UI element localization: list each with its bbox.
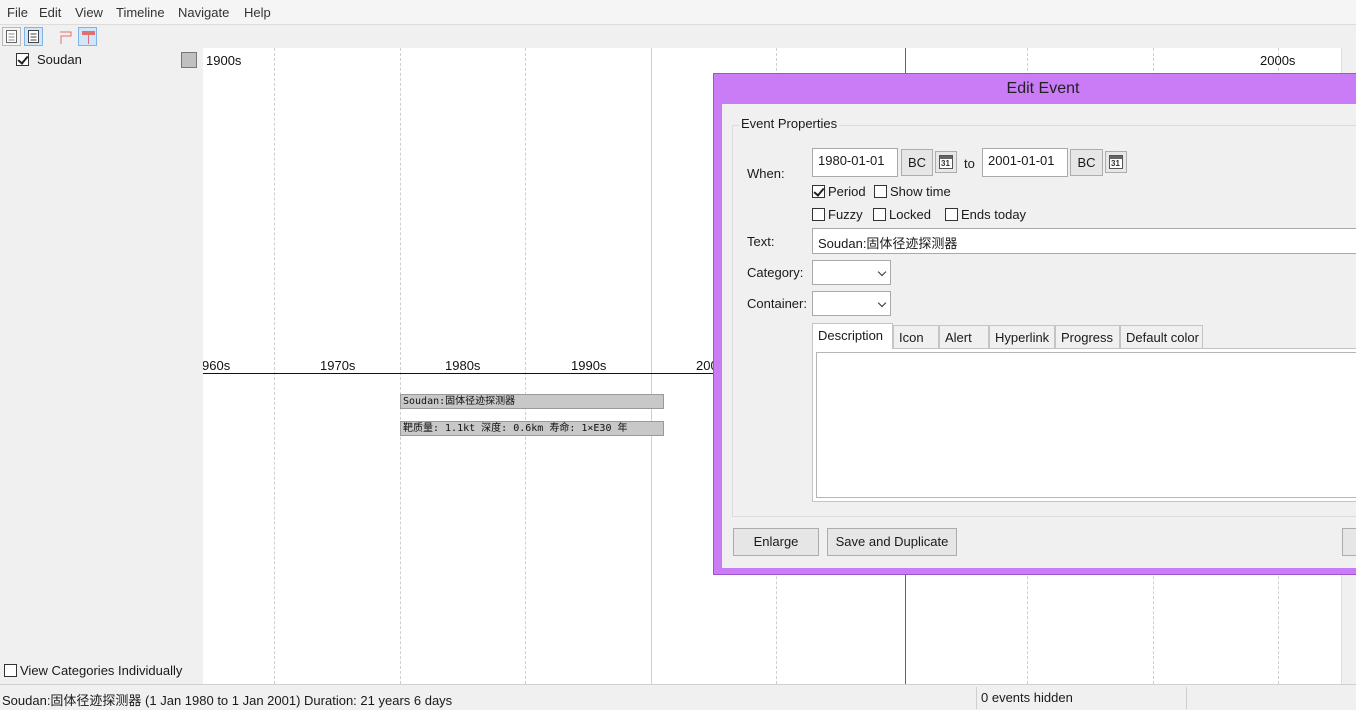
flag-outline-icon <box>60 31 72 44</box>
period-checkbox[interactable] <box>812 185 825 198</box>
major-strip-label-right: 2000s <box>1260 53 1296 68</box>
end-era-button[interactable]: BC <box>1070 149 1103 176</box>
menu-edit[interactable]: Edit <box>39 5 61 20</box>
calendar-icon: 31 <box>1109 155 1123 169</box>
minor-strip-label: 960s <box>203 358 231 373</box>
container-select[interactable] <box>812 291 891 316</box>
fuzzy-label: Fuzzy <box>828 207 863 222</box>
toolbar-button-legend[interactable] <box>24 27 43 46</box>
calendar-icon: 31 <box>939 155 953 169</box>
locked-checkbox[interactable] <box>873 208 886 221</box>
menu-bar: File Edit View Timeline Navigate Help <box>0 0 1356 25</box>
toolbar-button-axis[interactable] <box>78 27 97 46</box>
category-sidebar: Soudan View Categories Individually <box>0 48 202 684</box>
status-bar: Soudan:固体径迹探测器 (1 Jan 1980 to 1 Jan 2001… <box>0 684 1356 710</box>
event-bar[interactable]: Soudan:固体径迹探测器 <box>400 394 664 409</box>
toolbar <box>0 26 1356 48</box>
tab-default-color[interactable]: Default color <box>1120 325 1203 348</box>
chevron-down-icon <box>877 298 887 308</box>
save-and-duplicate-button[interactable]: Save and Duplicate <box>827 528 957 556</box>
flag-axis-icon <box>82 31 95 44</box>
category-color-swatch[interactable] <box>181 52 197 68</box>
calendar-icon-glyph: 31 <box>1111 159 1120 168</box>
ends-today-checkbox[interactable] <box>945 208 958 221</box>
tab-hyperlink[interactable]: Hyperlink <box>989 325 1055 348</box>
menu-help[interactable]: Help <box>244 5 271 20</box>
period-label: Period <box>828 184 866 199</box>
calendar-icon-glyph: 31 <box>941 159 950 168</box>
end-date-input[interactable]: 2001-01-01 <box>982 148 1068 177</box>
to-label: to <box>964 156 975 171</box>
event-bar[interactable]: 靶质量: 1.1kt 深度: 0.6km 寿命: 1×E30 年 <box>400 421 664 436</box>
container-label: Container: <box>747 296 807 311</box>
tab-progress[interactable]: Progress <box>1055 325 1120 348</box>
category-label: Category: <box>747 265 804 280</box>
grid-line <box>400 48 401 684</box>
minor-strip-label: 1990s <box>571 358 607 373</box>
view-categories-individually-label: View Categories Individually <box>20 663 183 678</box>
minor-strip-label: 1970s <box>320 358 356 373</box>
locked-label: Locked <box>889 207 931 222</box>
text-label: Text: <box>747 234 775 249</box>
menu-view[interactable]: View <box>75 5 103 20</box>
menu-file[interactable]: File <box>7 5 28 20</box>
fuzzy-checkbox[interactable] <box>812 208 825 221</box>
tab-strip: Description Icon Alert Hyperlink Progres… <box>812 323 1356 349</box>
status-separator <box>1186 687 1187 709</box>
minor-strip-label: 1980s <box>445 358 481 373</box>
text-input[interactable]: Soudan:固体径迹探测器 <box>812 228 1356 254</box>
document-icon <box>6 30 17 43</box>
tab-description[interactable]: Description <box>812 323 893 349</box>
start-era-button[interactable]: BC <box>901 149 933 176</box>
ok-button[interactable] <box>1342 528 1356 556</box>
major-strip-label-left: 1900s <box>206 53 242 68</box>
show-time-label: Show time <box>890 184 951 199</box>
dialog-client: Event Properties When: 1980-01-01 BC 31 … <box>722 104 1356 568</box>
menu-navigate[interactable]: Navigate <box>178 5 229 20</box>
start-calendar-button[interactable]: 31 <box>935 151 957 173</box>
start-date-input[interactable]: 1980-01-01 <box>812 148 898 177</box>
tab-alert[interactable]: Alert <box>939 325 989 348</box>
status-separator <box>976 687 977 709</box>
edit-event-dialog: Edit Event Event Properties When: 1980-0… <box>713 73 1356 575</box>
grid-line <box>525 48 526 684</box>
tab-icon[interactable]: Icon <box>893 325 939 348</box>
status-hidden-count: 0 events hidden <box>981 690 1073 705</box>
when-label: When: <box>747 166 785 181</box>
ends-today-label: Ends today <box>961 207 1027 222</box>
enlarge-button[interactable]: Enlarge <box>733 528 819 556</box>
dialog-title[interactable]: Edit Event <box>714 74 1356 104</box>
tab-panel <box>812 348 1356 502</box>
document-lines-icon <box>28 30 39 43</box>
grid-line <box>651 48 652 684</box>
description-textarea[interactable] <box>816 352 1356 498</box>
toolbar-button-balloons[interactable] <box>55 27 74 46</box>
chevron-down-icon <box>877 267 887 277</box>
toolbar-button-sidebar[interactable] <box>2 27 21 46</box>
view-categories-individually-checkbox[interactable] <box>4 664 17 677</box>
category-label: Soudan <box>37 52 82 67</box>
end-calendar-button[interactable]: 31 <box>1105 151 1127 173</box>
event-properties-title: Event Properties <box>739 116 840 131</box>
show-time-checkbox[interactable] <box>874 185 887 198</box>
status-event-summary: Soudan:固体径迹探测器 (1 Jan 1980 to 1 Jan 2001… <box>2 693 453 708</box>
category-select[interactable] <box>812 260 891 285</box>
menu-timeline[interactable]: Timeline <box>116 5 165 20</box>
category-checkbox[interactable] <box>16 53 29 66</box>
grid-line <box>274 48 275 684</box>
